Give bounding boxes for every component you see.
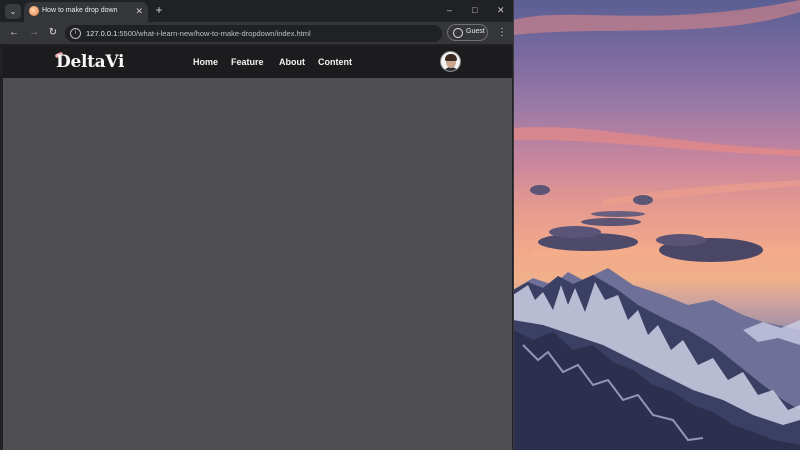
nav-link-home[interactable]: Home bbox=[193, 57, 218, 67]
page-viewport: DeltaVi Home Feature About Content bbox=[3, 46, 512, 450]
tab-active[interactable]: How to make drop down ✕ bbox=[24, 2, 148, 22]
site-info-icon[interactable]: i bbox=[70, 28, 81, 39]
chevron-down-icon: ⌄ bbox=[9, 7, 17, 16]
close-tab-icon[interactable]: ✕ bbox=[135, 5, 143, 17]
tab-title: How to make drop down bbox=[42, 7, 118, 14]
tab-strip: ⌄ How to make drop down ✕ + – □ ✕ bbox=[0, 0, 513, 22]
profile-icon bbox=[453, 28, 463, 38]
profile-label: Guest bbox=[466, 28, 485, 35]
browser-toolbar: ← → ↻ i 127.0.0.1:5500/what-i-learn-new/… bbox=[0, 22, 513, 44]
favicon-icon bbox=[29, 6, 39, 16]
avatar-hair bbox=[445, 54, 457, 61]
forward-button[interactable]: → bbox=[28, 27, 40, 39]
reload-button[interactable]: ↻ bbox=[47, 27, 59, 39]
minimize-button[interactable]: – bbox=[447, 3, 452, 17]
nav-link-about[interactable]: About bbox=[279, 57, 305, 67]
url-host: 127.0.0.1 bbox=[86, 29, 118, 38]
maximize-button[interactable]: □ bbox=[472, 3, 477, 17]
browser-menu-icon[interactable]: ⋮ bbox=[497, 26, 507, 40]
nav-link-content[interactable]: Content bbox=[318, 57, 352, 67]
url-path: :5500/what-i-learn-new/how-to-make-dropd… bbox=[117, 29, 311, 38]
site-navbar: DeltaVi Home Feature About Content bbox=[3, 46, 512, 78]
desktop-wallpaper bbox=[513, 0, 800, 450]
nav-link-feature[interactable]: Feature bbox=[231, 57, 264, 67]
profile-button[interactable]: Guest bbox=[447, 24, 488, 41]
back-button[interactable]: ← bbox=[8, 27, 20, 39]
close-window-button[interactable]: ✕ bbox=[497, 3, 505, 17]
address-bar[interactable]: i 127.0.0.1:5500/what-i-learn-new/how-to… bbox=[65, 25, 442, 42]
site-logo[interactable]: DeltaVi bbox=[56, 52, 124, 72]
tab-search-button[interactable]: ⌄ bbox=[5, 4, 21, 19]
plus-icon: + bbox=[155, 3, 163, 17]
browser-window: ⌄ How to make drop down ✕ + – □ ✕ ← → ↻ … bbox=[0, 0, 514, 450]
wallpaper-scenery bbox=[513, 0, 800, 450]
new-tab-button[interactable]: + bbox=[152, 3, 166, 17]
url-text: 127.0.0.1:5500/what-i-learn-new/how-to-m… bbox=[86, 29, 311, 38]
avatar[interactable] bbox=[440, 51, 461, 72]
